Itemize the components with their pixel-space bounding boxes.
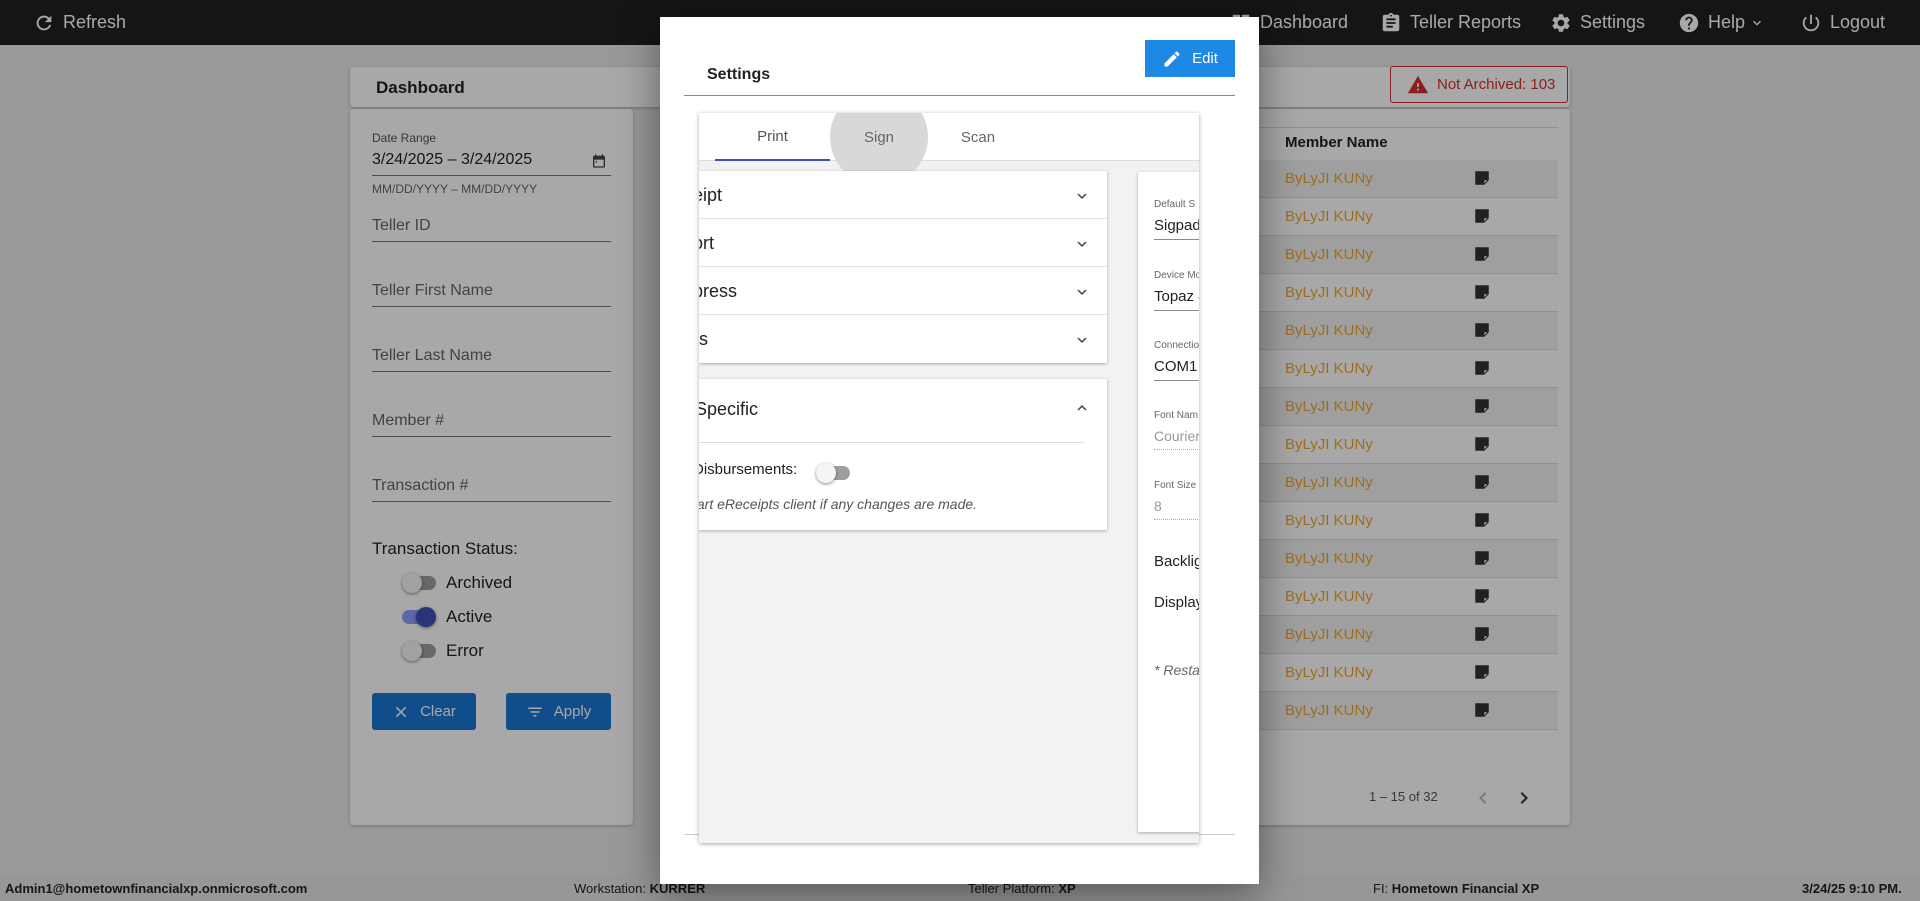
disbursements-switch[interactable] — [816, 463, 850, 483]
tab-scan-label: Scan — [960, 128, 996, 146]
settings-tab-bar: Print Sign Scan — [699, 113, 1199, 186]
restart-note: tart eReceipts client if any changes are… — [699, 496, 978, 512]
accordion-item-receipt[interactable]: eipt — [699, 171, 1107, 219]
tab-print[interactable]: Print — [715, 113, 830, 161]
accordion-item-report[interactable]: ort — [699, 219, 1107, 267]
edit-button[interactable]: Edit — [1145, 40, 1235, 77]
specific-section: Specific Disbursements: tart eReceipts c… — [699, 379, 1107, 530]
settings-content: Print Sign Scan eipt ort press rs — [684, 97, 1235, 843]
backlight-label: Backlig — [1154, 553, 1199, 570]
connection-field[interactable]: COM1 — [1154, 358, 1199, 381]
connection-label: Connectio — [1154, 340, 1199, 351]
accordion-item-others[interactable]: rs — [699, 315, 1107, 363]
specific-section-title[interactable]: Specific — [699, 399, 758, 420]
accordion-label: ort — [699, 233, 715, 253]
tab-sign[interactable]: Sign — [830, 113, 928, 186]
tab-sign-label: Sign — [863, 128, 895, 146]
default-device-label: Default S — [1154, 199, 1196, 210]
pencil-icon — [1164, 50, 1180, 66]
accordion-label: rs — [699, 329, 708, 349]
accordion-item-express[interactable]: press — [699, 267, 1107, 315]
accordion-label: eipt — [699, 185, 723, 205]
font-size-label: Font Size — [1154, 480, 1197, 491]
font-name-label: Font Nam — [1154, 410, 1198, 421]
chevron-down-icon — [1077, 337, 1087, 343]
default-device-field[interactable]: Sigpad — [1154, 217, 1199, 240]
print-accordion: eipt ort press rs — [699, 171, 1107, 363]
font-name-field[interactable]: Courier — [1154, 428, 1199, 450]
accordion-label: press — [699, 281, 738, 301]
settings-inner-panel: Print Sign Scan eipt ort press rs — [699, 113, 1199, 843]
disbursements-label: Disbursements: — [699, 461, 798, 478]
tab-print-label: Print — [757, 127, 788, 145]
sign-settings-card: Default S Sigpad Device Mo Topaz 4 Conne… — [1138, 172, 1199, 832]
chevron-up-icon[interactable] — [1073, 399, 1091, 417]
edit-label: Edit — [1192, 50, 1218, 67]
settings-dialog: Settings Edit Print Sign Scan eipt ort — [660, 17, 1259, 884]
section-divider — [699, 442, 1084, 443]
chevron-down-icon — [1077, 193, 1087, 199]
device-model-label: Device Mo — [1154, 270, 1199, 281]
device-model-field[interactable]: Topaz 4 — [1154, 288, 1199, 311]
display-label: Display — [1154, 594, 1199, 611]
font-size-field[interactable]: 8 — [1154, 498, 1199, 520]
tab-scan[interactable]: Scan — [928, 113, 1028, 161]
sign-restart-note: * Resta — [1154, 662, 1199, 678]
chevron-down-icon — [1077, 289, 1087, 295]
chevron-down-icon — [1077, 241, 1087, 247]
settings-dialog-title: Settings — [707, 66, 771, 83]
